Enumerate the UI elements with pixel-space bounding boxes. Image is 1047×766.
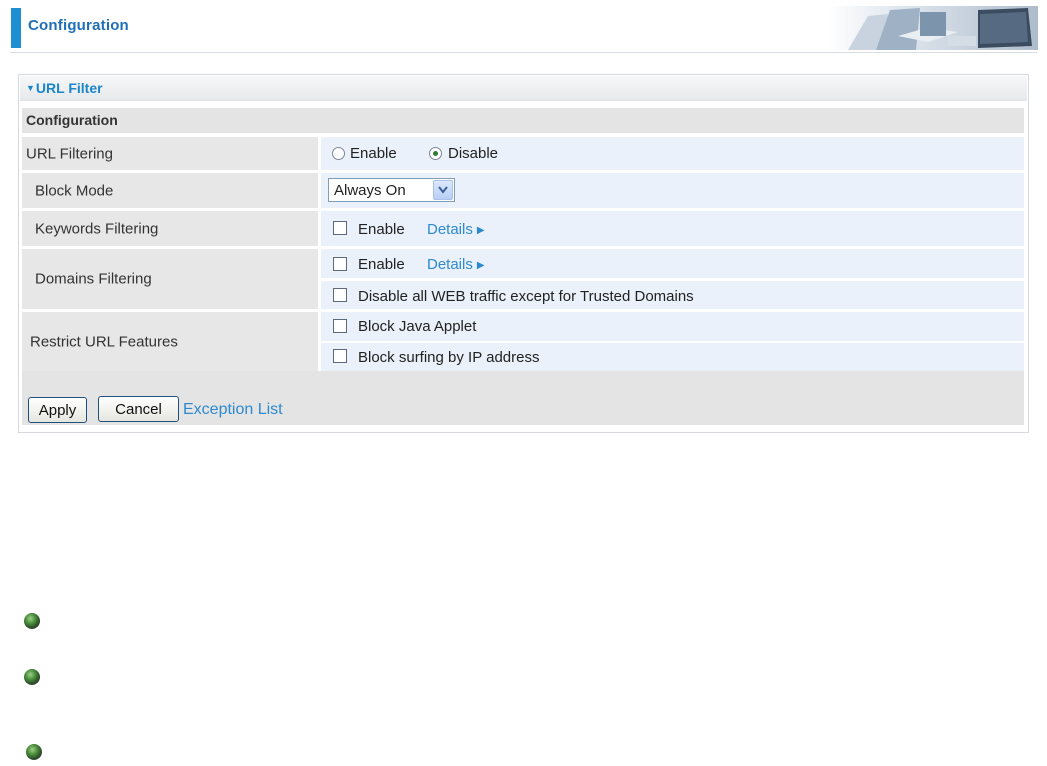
url-filter-panel: ▼URL Filter Configuration URL Filtering … [18, 74, 1029, 433]
enable-label: Enable [350, 145, 397, 162]
block-mode-selected-value: Always On [334, 182, 406, 199]
header-divider [10, 52, 1037, 53]
panel-title-label: URL Filter [35, 80, 103, 96]
row-value-cell: Disable all WEB traffic except for Trust… [321, 281, 1024, 309]
row-value-cell: Enable Details ▶ [321, 249, 1024, 278]
chevron-down-icon[interactable] [433, 180, 453, 200]
keywords-enable-label: Enable [358, 221, 405, 238]
row-restrict-url-features: Restrict URL Features Block Java Applet … [22, 312, 1024, 371]
domains-enable-checkbox[interactable] [333, 257, 347, 271]
row-value-cell: Always On [321, 173, 1024, 208]
section-header: Configuration [22, 108, 1024, 133]
caret-right-icon: ▶ [476, 260, 485, 271]
bullet-icon [26, 744, 42, 760]
cancel-button[interactable]: Cancel [98, 396, 179, 422]
bullet-icon [24, 669, 40, 685]
domains-enable-label: Enable [358, 256, 405, 273]
row-value-cell: Block Java Applet [321, 312, 1024, 341]
keywords-filtering-label: Keywords Filtering [35, 220, 159, 237]
url-filtering-enable-radio[interactable] [332, 147, 345, 160]
header-accent-bar [11, 8, 21, 48]
keywords-details-link[interactable]: Details ▶ [427, 221, 485, 239]
trusted-domains-only-checkbox[interactable] [333, 288, 347, 302]
details-label: Details [427, 221, 473, 238]
row-label-cell: Keywords Filtering [22, 211, 318, 246]
row-label-cell: URL Filtering [22, 137, 318, 170]
row-label-cell: Restrict URL Features [22, 312, 318, 371]
collapse-arrow-icon[interactable]: ▼ [26, 83, 35, 93]
row-value-cell: Enable Disable [321, 137, 1024, 170]
domains-filtering-label: Domains Filtering [35, 270, 152, 288]
restrict-url-features-label: Restrict URL Features [30, 333, 178, 350]
panel-title: ▼URL Filter [26, 80, 103, 96]
disable-label: Disable [448, 145, 499, 162]
details-label: Details [427, 256, 473, 273]
apply-button[interactable]: Apply [28, 397, 87, 423]
domains-details-link[interactable]: Details ▶ [427, 256, 485, 274]
block-mode-label: Block Mode [35, 182, 114, 199]
banner-image [828, 6, 1038, 50]
button-bar: Apply Cancel Exception List [22, 371, 1024, 425]
bullet-icon [24, 613, 40, 629]
row-url-filtering: URL Filtering Enable Disable [22, 137, 1024, 170]
row-value-cell: Enable Details ▶ [321, 211, 1024, 246]
block-java-applet-label: Block Java Applet [358, 318, 477, 335]
panel-title-bar[interactable]: ▼URL Filter [20, 76, 1027, 101]
block-mode-select[interactable]: Always On [328, 178, 455, 202]
url-filtering-disable-radio[interactable] [429, 147, 442, 160]
row-label-cell: Domains Filtering [22, 249, 318, 309]
url-filtering-label: URL Filtering [26, 145, 113, 162]
keywords-enable-checkbox[interactable] [333, 221, 347, 235]
page-title: Configuration [28, 17, 129, 34]
row-value-cell: Block surfing by IP address [321, 343, 1024, 371]
row-keywords-filtering: Keywords Filtering Enable Details ▶ [22, 211, 1024, 246]
row-domains-filtering: Domains Filtering Enable Details ▶ Disabl… [22, 249, 1024, 309]
section-title: Configuration [26, 112, 118, 128]
exception-list-link[interactable]: Exception List [183, 401, 283, 419]
block-java-applet-checkbox[interactable] [333, 319, 347, 333]
trusted-domains-only-label: Disable all WEB traffic except for Trust… [358, 288, 694, 305]
block-ip-surfing-checkbox[interactable] [333, 349, 347, 363]
page-header: Configuration [0, 0, 1047, 56]
caret-right-icon: ▶ [476, 225, 485, 236]
row-block-mode: Block Mode Always On [22, 173, 1024, 208]
row-label-cell: Block Mode [22, 173, 318, 208]
block-ip-surfing-label: Block surfing by IP address [358, 349, 540, 366]
